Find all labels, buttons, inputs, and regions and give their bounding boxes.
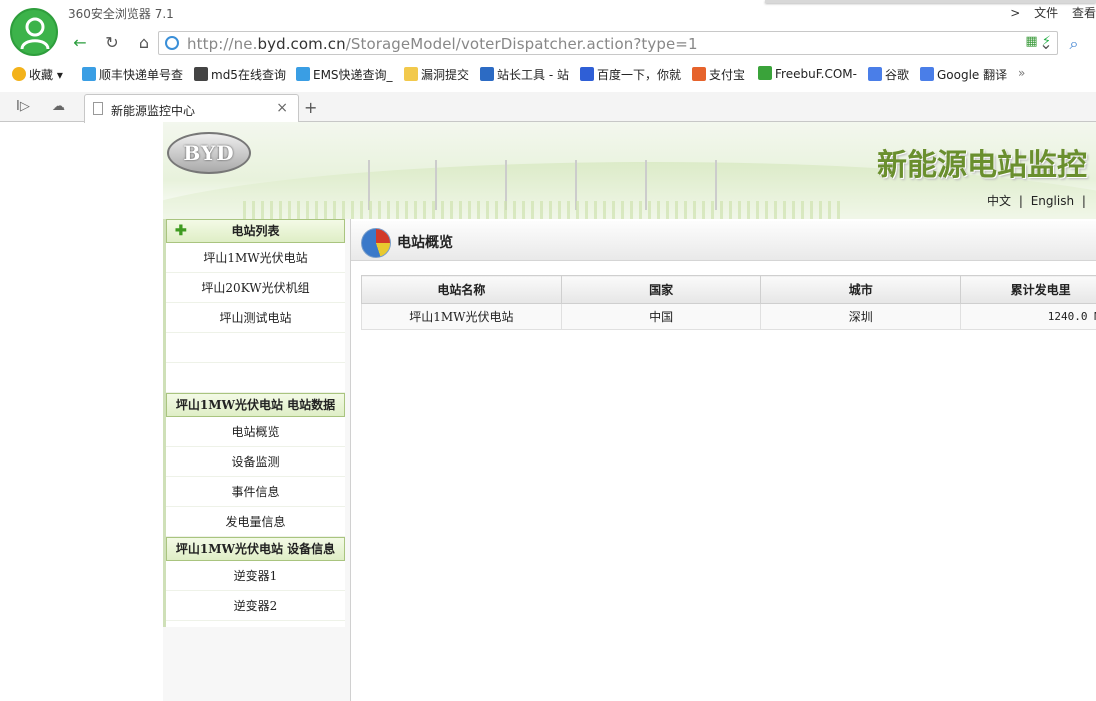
star-icon [12, 67, 26, 81]
grid-icon [194, 67, 208, 81]
bookmark-freebuf[interactable]: FreebuF.COM- [758, 66, 857, 81]
sidebar-blank [166, 363, 345, 393]
table-row[interactable]: 坪山1MW光伏电站 中国 深圳 1240.0 MWH [361, 303, 1096, 330]
grass-decoration [243, 201, 843, 219]
browser-titlebar: 360安全浏览器 7.1 > 文件 查看 [0, 0, 1096, 28]
ie-icon [82, 67, 96, 81]
sidebar-item-station[interactable]: 坪山20KW光伏机组 [166, 273, 345, 303]
bookmarks-bar: 收藏 ▾ 顺丰快递单号查 md5在线查询 EMS快递查询_ 漏洞提交 站长工具 … [0, 62, 1096, 88]
menu-view[interactable]: 查看 [1072, 6, 1096, 20]
bookmark-sf[interactable]: 顺丰快递单号查 [82, 66, 183, 83]
top-menu: > 文件 查看 [1000, 4, 1096, 21]
col-country: 国家 [560, 275, 762, 304]
cell-city: 深圳 [760, 303, 962, 330]
translate-icon [920, 67, 934, 81]
address-bar[interactable]: http://ne.byd.com.cn/StorageModel/voterD… [158, 31, 1058, 55]
sidebar-item-overview[interactable]: 电站概览 [166, 417, 345, 447]
sidebar-item-generation[interactable]: 发电量信息 [166, 507, 345, 537]
bookmark-baidu[interactable]: 百度一下，你就 [580, 66, 681, 83]
separator: | [1018, 194, 1023, 208]
site-title: 新能源电站监控 [877, 148, 1087, 183]
sidebar-item-station[interactable]: 坪山1MW光伏电站 [166, 243, 345, 273]
cloud-icon[interactable]: ☁ [52, 99, 65, 114]
sidebar-item-monitoring[interactable]: 设备监测 [166, 447, 345, 477]
bookmark-vuln[interactable]: 漏洞提交 [404, 66, 469, 83]
cell-country: 中国 [560, 303, 762, 330]
byd-logo: BYD [167, 132, 251, 174]
cell-total-energy: 1240.0 MWH [960, 303, 1096, 330]
table-header-row: 电站名称 国家 城市 累计发电里 [361, 275, 1096, 304]
site-banner: BYD 新能源电站监控 中文 | English | [163, 122, 1096, 219]
url-text[interactable]: http://ne.byd.com.cn/StorageModel/voterD… [187, 35, 698, 53]
col-total-energy: 累计发电里 [960, 275, 1096, 304]
ie-icon [296, 67, 310, 81]
main-panel: 电站概览 电站名称 国家 城市 累计发电里 坪山1MW光伏电站 中国 深圳 12… [350, 219, 1096, 701]
document-icon [93, 102, 103, 115]
cell-station-name[interactable]: 坪山1MW光伏电站 [361, 303, 562, 330]
sidebar-blank [166, 333, 345, 363]
sidebar-item-inverter[interactable]: 逆变器1 [166, 561, 345, 591]
window-edge [765, 0, 1096, 3]
close-icon[interactable]: × [276, 100, 288, 116]
bookmark-translate[interactable]: Google 翻译 [920, 66, 1007, 83]
station-table: 电站名称 国家 城市 累计发电里 坪山1MW光伏电站 中国 深圳 1240.0 … [361, 275, 1096, 330]
tab-bar: I▷ ☁ 新能源监控中心 × + [0, 92, 1096, 123]
station-list-header[interactable]: ✚ 电站列表 [166, 219, 345, 243]
language-switch: 中文 | English | [987, 192, 1090, 209]
bookmark-google[interactable]: 谷歌 [868, 66, 909, 83]
search-icon[interactable]: ⌕ [1062, 33, 1086, 55]
pie-chart-icon [361, 228, 391, 258]
menu-file[interactable]: 文件 [1034, 6, 1058, 20]
sidebar-item-inverter[interactable]: 逆变器2 [166, 591, 345, 621]
bookmark-ems[interactable]: EMS快递查询_ [296, 66, 393, 83]
lang-chinese-link[interactable]: 中文 [987, 194, 1011, 208]
chevron-down-icon[interactable]: ⌄ [1034, 33, 1058, 55]
more-bookmarks-icon[interactable]: » [1018, 66, 1025, 80]
tab-title: 新能源监控中心 [111, 104, 196, 118]
bookmark-favorites[interactable]: 收藏 ▾ [12, 66, 63, 83]
new-tab-button[interactable]: + [304, 98, 317, 117]
station-data-header: 坪山1MW光伏电站 电站数据 [166, 393, 345, 417]
panel-header: 电站概览 [351, 221, 1096, 261]
freebuf-icon [758, 66, 772, 80]
col-city: 城市 [760, 275, 962, 304]
sidebar-item-station[interactable]: 坪山测试电站 [166, 303, 345, 333]
bookmark-chinaz[interactable]: 站长工具 - 站 [480, 66, 569, 83]
chinaz-icon [480, 67, 494, 81]
lang-english-link[interactable]: English [1031, 194, 1074, 208]
device-info-header: 坪山1MW光伏电站 设备信息 [166, 537, 345, 561]
tab-active[interactable]: 新能源监控中心 × [84, 94, 299, 123]
refresh-icon[interactable]: ↻ [100, 32, 124, 54]
folder-icon [404, 67, 418, 81]
col-station-name: 电站名称 [361, 275, 562, 304]
sidebar-toggle-icon[interactable]: I▷ [16, 99, 30, 114]
chevron-right-icon[interactable]: > [1010, 6, 1020, 20]
separator: | [1081, 194, 1086, 208]
sidebar: ✚ 电站列表 坪山1MW光伏电站 坪山20KW光伏机组 坪山测试电站 坪山1MW光… [163, 219, 345, 627]
back-icon[interactable]: ← [68, 32, 92, 54]
panel-title: 电站概览 [397, 235, 453, 251]
page-security-icon [165, 36, 179, 50]
shield-icon [692, 67, 706, 81]
google-icon [868, 67, 882, 81]
home-icon[interactable]: ⌂ [132, 32, 156, 54]
page-content: BYD 新能源电站监控 中文 | English | ✚ 电站列表 坪山1MW光伏… [163, 122, 1096, 701]
plus-icon: ✚ [175, 223, 187, 239]
bookmark-alipay[interactable]: 支付宝 [692, 66, 745, 83]
sidebar-item-events[interactable]: 事件信息 [166, 477, 345, 507]
bookmark-md5[interactable]: md5在线查询 [194, 66, 286, 83]
paw-icon [580, 67, 594, 81]
app-title: 360安全浏览器 7.1 [68, 7, 174, 21]
